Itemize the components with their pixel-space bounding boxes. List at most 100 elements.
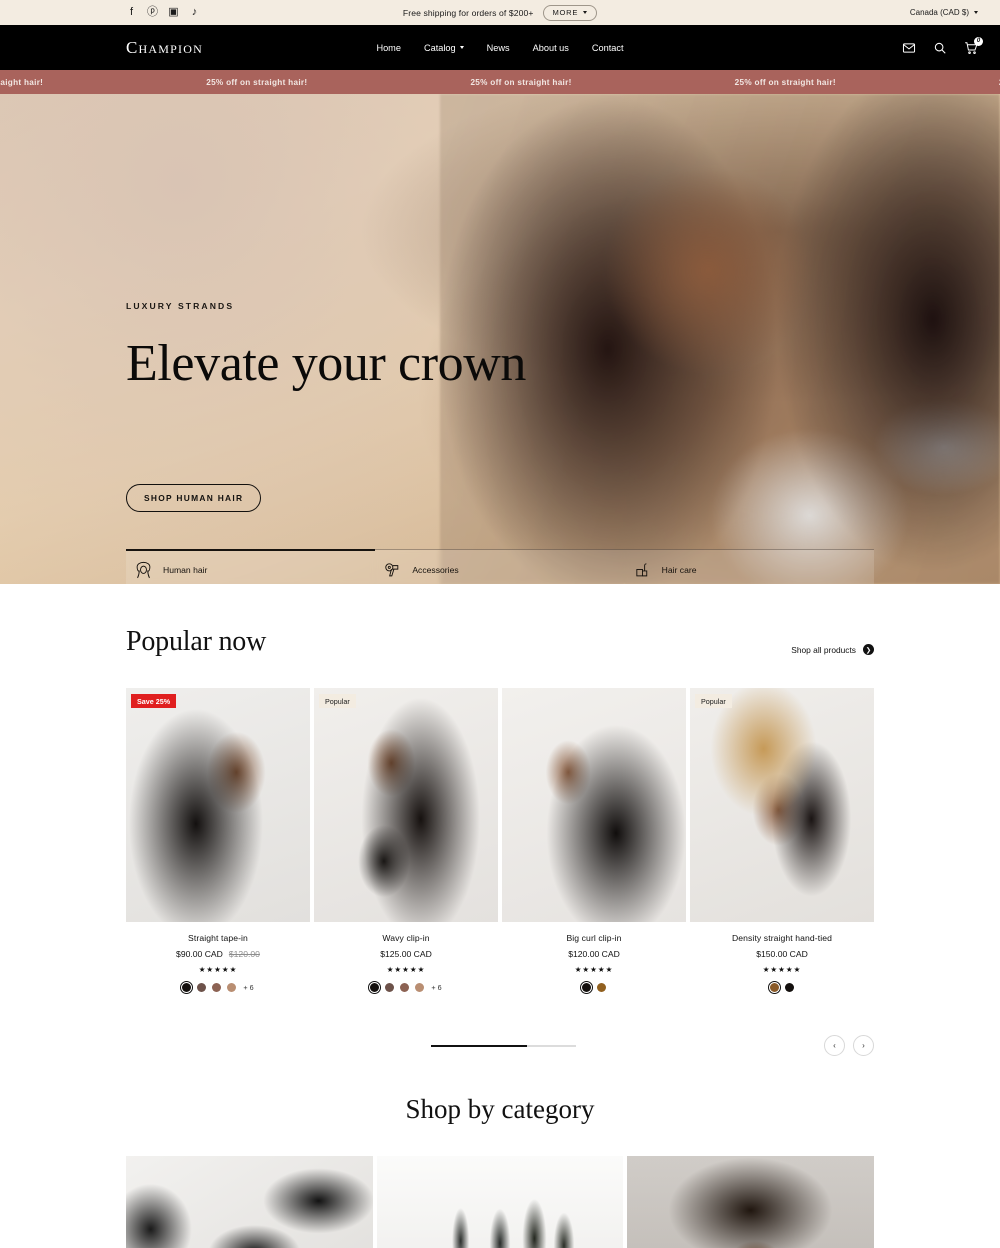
swatch[interactable] bbox=[579, 980, 594, 995]
facebook-icon[interactable]: f bbox=[126, 7, 137, 18]
product-info: Big curl clip-in $120.00 CAD ★★★★★ bbox=[502, 922, 686, 995]
shop-by-category-title: Shop by category bbox=[405, 1094, 595, 1124]
locale-selector[interactable]: Canada (CAD $) bbox=[910, 8, 978, 17]
hero-tab-label: Human hair bbox=[163, 565, 208, 575]
nav-item-home[interactable]: Home bbox=[376, 43, 401, 53]
shop-by-category-section: Shop by category bbox=[0, 1060, 1000, 1248]
shipping-text: Free shipping for orders of $200+ bbox=[402, 7, 534, 18]
nav-label: News bbox=[486, 42, 510, 53]
nav-label: Home bbox=[376, 42, 401, 53]
locale-label: Canada (CAD $) bbox=[909, 8, 969, 17]
product-badge: Popular bbox=[319, 694, 356, 708]
swatch[interactable] bbox=[785, 983, 794, 992]
nav-item-contact[interactable]: Contact bbox=[592, 43, 624, 53]
nav-label: Catalog bbox=[423, 42, 456, 53]
swatch[interactable] bbox=[179, 980, 194, 995]
marquee-text: 25% off on straight hair! bbox=[470, 77, 572, 87]
product-image bbox=[690, 688, 874, 922]
product-swatches bbox=[502, 980, 686, 995]
hero-banner: LUXURY STRANDS Elevate your crown SHOP H… bbox=[0, 94, 1000, 584]
price-current: $120.00 CAD bbox=[568, 949, 620, 959]
swatch[interactable] bbox=[597, 983, 606, 992]
product-badge: Save 25% bbox=[131, 694, 177, 708]
swatch[interactable] bbox=[212, 983, 222, 992]
swatch-more-count: + 6 bbox=[431, 983, 442, 992]
product-badge: Popular bbox=[695, 694, 732, 708]
category-card-wigs[interactable] bbox=[627, 1156, 874, 1248]
swatch[interactable] bbox=[767, 980, 782, 995]
hero-tab-label: Hair care bbox=[661, 564, 697, 575]
swatch[interactable] bbox=[197, 983, 207, 992]
hero-tab-human-hair[interactable]: Human hair bbox=[126, 549, 376, 584]
swatch[interactable] bbox=[367, 980, 382, 995]
hero-tab-hair-care[interactable]: Hair care bbox=[624, 549, 874, 584]
product-info: Straight tape-in $90.00 CAD $120.00 ★★★★★… bbox=[126, 922, 310, 995]
tiktok-icon[interactable]: ♪ bbox=[189, 7, 200, 18]
carousel-buttons: ‹ › bbox=[824, 1035, 874, 1056]
product-image bbox=[126, 688, 310, 922]
chevron-down-icon bbox=[583, 11, 588, 14]
nav-label: About us bbox=[532, 42, 569, 53]
hero-heading: Elevate your crown bbox=[126, 335, 526, 392]
site-logo[interactable]: Champion bbox=[126, 38, 203, 58]
chevron-down-icon bbox=[974, 11, 978, 14]
price-current: $125.00 CAD bbox=[380, 949, 432, 959]
swatch[interactable] bbox=[385, 983, 395, 992]
carousel-next-button[interactable]: › bbox=[853, 1035, 874, 1056]
product-rating: ★★★★★ bbox=[574, 965, 614, 974]
carousel-prev-button[interactable]: ‹ bbox=[824, 1035, 845, 1056]
arrow-right-icon: ❯ bbox=[863, 644, 874, 655]
product-rating: ★★★★★ bbox=[198, 965, 238, 974]
product-price: $90.00 CAD $120.00 bbox=[126, 949, 310, 959]
more-label: MORE bbox=[552, 8, 579, 17]
marquee-text: 25% off on straight hair! bbox=[206, 77, 308, 87]
product-card[interactable]: Save 25% Straight tape-in $90.00 CAD $120… bbox=[126, 688, 310, 995]
nav-item-news[interactable]: News bbox=[487, 43, 510, 53]
social-links: f ⓟ ▣ ♪ bbox=[126, 7, 200, 18]
product-name: Straight tape-in bbox=[188, 933, 248, 943]
search-icon[interactable] bbox=[933, 41, 947, 55]
shop-all-products-link[interactable]: Shop all products ❯ bbox=[791, 644, 874, 658]
promo-marquee: 25% off on straight hair! 25% off on str… bbox=[0, 70, 1000, 94]
hero-content: LUXURY STRANDS Elevate your crown SHOP H… bbox=[0, 94, 1000, 584]
product-grid: Save 25% Straight tape-in $90.00 CAD $120… bbox=[126, 688, 874, 995]
instagram-icon[interactable]: ▣ bbox=[168, 7, 179, 18]
swatch[interactable] bbox=[415, 983, 425, 992]
hairdryer-icon bbox=[385, 563, 399, 577]
more-button[interactable]: MORE bbox=[542, 4, 598, 21]
product-swatches bbox=[690, 980, 874, 995]
cart-icon[interactable]: 0 bbox=[964, 36, 983, 55]
product-image bbox=[314, 688, 498, 922]
product-name: Big curl clip-in bbox=[566, 933, 622, 943]
hero-category-tabs: Human hair Accessories Hair care bbox=[126, 549, 874, 584]
hero-tab-accessories[interactable]: Accessories bbox=[375, 549, 625, 584]
product-swatches: + 6 bbox=[126, 980, 310, 995]
carousel-progress-track[interactable] bbox=[431, 1044, 576, 1047]
product-name: Density straight hand-tied bbox=[731, 933, 833, 943]
wig-icon bbox=[136, 561, 151, 578]
nav-item-catalog[interactable]: Catalog bbox=[424, 43, 464, 53]
popular-title: Popular now bbox=[126, 626, 267, 657]
swatch[interactable] bbox=[400, 983, 410, 992]
marquee-text: 25% off on straight hair! bbox=[734, 77, 836, 87]
product-card[interactable]: Big curl clip-in $120.00 CAD ★★★★★ bbox=[502, 688, 686, 995]
swatch[interactable] bbox=[227, 983, 237, 992]
shop-human-hair-button[interactable]: SHOP HUMAN HAIR bbox=[126, 484, 262, 512]
popular-header: Popular now Shop all products ❯ bbox=[126, 584, 874, 658]
popular-section: Popular now Shop all products ❯ Save 25%… bbox=[0, 584, 1000, 1060]
category-card-tools[interactable] bbox=[126, 1156, 373, 1248]
category-card-haircare[interactable] bbox=[376, 1156, 624, 1248]
marquee-text: 25% off on straight hair! bbox=[0, 77, 44, 87]
product-card[interactable]: Popular Density straight hand-tied $150.… bbox=[690, 688, 874, 995]
mail-icon[interactable] bbox=[902, 41, 916, 55]
carousel-progress-fill bbox=[431, 1044, 527, 1047]
product-price: $150.00 CAD bbox=[690, 949, 874, 959]
hero-eyebrow: LUXURY STRANDS bbox=[126, 301, 235, 311]
nav-item-about-us[interactable]: About us bbox=[533, 43, 569, 53]
price-current: $150.00 CAD bbox=[756, 949, 808, 959]
pinterest-icon[interactable]: ⓟ bbox=[147, 7, 158, 18]
hero-tab-label: Accessories bbox=[412, 564, 459, 575]
product-card[interactable]: Popular Wavy clip-in $125.00 CAD ★★★★★ +… bbox=[314, 688, 498, 995]
product-info: Wavy clip-in $125.00 CAD ★★★★★ + 6 bbox=[314, 922, 498, 995]
price-current: $90.00 CAD bbox=[176, 949, 223, 959]
